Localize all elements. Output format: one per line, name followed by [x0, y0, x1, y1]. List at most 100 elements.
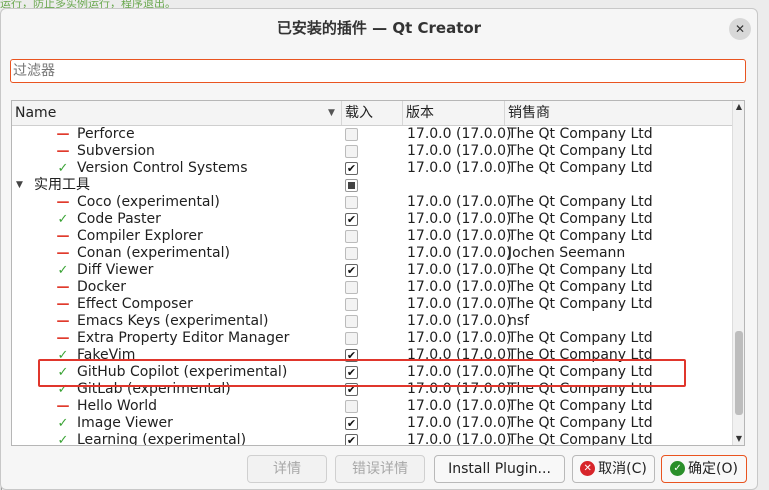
load-checkbox[interactable]: [345, 281, 358, 294]
cancel-button[interactable]: ✕ 取消(C): [572, 455, 655, 483]
close-icon[interactable]: ✕: [729, 18, 751, 40]
load-checkbox[interactable]: ✔: [345, 434, 358, 445]
disabled-dash-icon: —: [56, 314, 70, 329]
load-checkbox[interactable]: ✔: [345, 417, 358, 430]
plugin-version: 17.0.0 (17.0.0): [407, 194, 512, 210]
plugin-row[interactable]: ✓ GitLab (experimental) ✔ 17.0.0 (17.0.0) Th…: [12, 381, 732, 398]
plugin-vendor: The Qt Company Ltd: [508, 262, 653, 278]
load-checkbox[interactable]: ✔: [345, 264, 358, 277]
table-header: Name ▼ 载入 版本 销售商: [12, 101, 732, 126]
plugin-row[interactable]: ✓ Diff Viewer ✔ 17.0.0 (17.0.0) The Qt Compa…: [12, 262, 732, 279]
load-checkbox[interactable]: ✔: [345, 366, 358, 379]
plugin-row[interactable]: ✓ FakeVim ✔ 17.0.0 (17.0.0) The Qt Company L…: [12, 347, 732, 364]
plugin-version: 17.0.0 (17.0.0): [407, 211, 512, 227]
disabled-dash-icon: —: [56, 297, 70, 312]
disabled-dash-icon: —: [56, 280, 70, 295]
plugin-vendor: The Qt Company Ltd: [508, 279, 653, 295]
plugin-row[interactable]: ✓ Image Viewer ✔ 17.0.0 (17.0.0) The Qt Comp…: [12, 415, 732, 432]
load-checkbox[interactable]: ✔: [345, 383, 358, 396]
plugin-row[interactable]: — Effect Composer 17.0.0 (17.0.0) The Qt Co…: [12, 296, 732, 313]
load-checkbox[interactable]: [345, 332, 358, 345]
plugin-name: Emacs Keys (experimental): [77, 313, 269, 329]
load-checkbox[interactable]: [345, 230, 358, 243]
install-plugin-button[interactable]: Install Plugin...: [434, 455, 565, 483]
plugin-name: Conan (experimental): [77, 245, 230, 261]
plugin-version: 17.0.0 (17.0.0): [407, 313, 512, 329]
plugin-row[interactable]: — Extra Property Editor Manager 17.0.0 (17…: [12, 330, 732, 347]
load-checkbox[interactable]: ✔: [345, 349, 358, 362]
category-row[interactable]: ▼ 实用工具: [12, 177, 732, 194]
vertical-scrollbar[interactable]: ▲ ▼: [732, 101, 744, 445]
scroll-down-icon[interactable]: ▼: [733, 433, 744, 445]
plugin-name: Compiler Explorer: [77, 228, 203, 244]
plugin-version: 17.0.0 (17.0.0): [407, 347, 512, 363]
load-checkbox[interactable]: [345, 247, 358, 260]
ok-button[interactable]: ✓ 确定(O): [661, 455, 747, 483]
plugin-row[interactable]: — Emacs Keys (experimental) 17.0.0 (17.0.0…: [12, 313, 732, 330]
plugin-row[interactable]: — Subversion 17.0.0 (17.0.0) The Qt Company…: [12, 143, 732, 160]
plugin-row[interactable]: ✓ Version Control Systems ✔ 17.0.0 (17.0.0)…: [12, 160, 732, 177]
header-version[interactable]: 版本: [403, 101, 505, 125]
header-name[interactable]: Name ▼: [12, 101, 342, 125]
details-button[interactable]: 详情: [247, 455, 327, 483]
plugin-version: 17.0.0 (17.0.0): [407, 415, 512, 431]
disabled-dash-icon: —: [56, 331, 70, 346]
dialog-title: 已安装的插件 — Qt Creator: [276, 19, 482, 37]
load-checkbox[interactable]: [345, 400, 358, 413]
plugin-row[interactable]: ✓ GitHub Copilot (experimental) ✔ 17.0.0 (1…: [12, 364, 732, 381]
expand-arrow-icon[interactable]: ▼: [16, 177, 28, 194]
plugin-row[interactable]: — Compiler Explorer 17.0.0 (17.0.0) The Qt …: [12, 228, 732, 245]
filter-input[interactable]: [10, 59, 746, 83]
scroll-up-icon[interactable]: ▲: [733, 101, 744, 113]
disabled-dash-icon: —: [56, 195, 70, 210]
sort-indicator-icon: ▼: [328, 108, 335, 118]
plugin-vendor: The Qt Company Ltd: [508, 126, 653, 142]
category-load-checkbox[interactable]: [345, 179, 358, 192]
plugin-row[interactable]: — Hello World 17.0.0 (17.0.0) The Qt Compan…: [12, 398, 732, 415]
ok-icon: ✓: [670, 460, 686, 476]
plugin-name: Learning (experimental): [77, 432, 247, 446]
plugin-name: GitHub Copilot (experimental): [77, 364, 288, 380]
enabled-check-icon: ✓: [57, 212, 69, 227]
load-checkbox[interactable]: [345, 145, 358, 158]
plugin-version: 17.0.0 (17.0.0): [407, 160, 512, 176]
plugin-vendor: The Qt Company Ltd: [508, 381, 653, 397]
load-checkbox[interactable]: ✔: [345, 162, 358, 175]
table-body: — Perforce 17.0.0 (17.0.0) The Qt Company L…: [12, 126, 732, 446]
plugin-vendor: Jochen Seemann: [508, 245, 626, 261]
background-text: 运行，防止多实例运行，程序退出。: [0, 0, 176, 8]
error-details-button[interactable]: 错误详情: [335, 455, 425, 483]
load-checkbox[interactable]: [345, 315, 358, 328]
plugin-vendor: The Qt Company Ltd: [508, 364, 653, 380]
load-checkbox[interactable]: [345, 128, 358, 141]
plugin-row[interactable]: ✓ Code Paster ✔ 17.0.0 (17.0.0) The Qt Compa…: [12, 211, 732, 228]
plugin-row[interactable]: — Conan (experimental) 17.0.0 (17.0.0) Joch…: [12, 245, 732, 262]
plugin-vendor: nsf: [508, 313, 530, 329]
plugin-name: Image Viewer: [77, 415, 173, 431]
plugin-row[interactable]: ✓ Learning (experimental) ✔ 17.0.0 (17.0.0)…: [12, 432, 732, 446]
disabled-dash-icon: —: [56, 246, 70, 261]
load-checkbox[interactable]: [345, 298, 358, 311]
load-checkbox[interactable]: ✔: [345, 213, 358, 226]
plugin-row[interactable]: — Docker 17.0.0 (17.0.0) The Qt Company Ltd: [12, 279, 732, 296]
plugin-name: Subversion: [77, 143, 155, 159]
plugin-row[interactable]: — Coco (experimental) 17.0.0 (17.0.0) The Q…: [12, 194, 732, 211]
disabled-dash-icon: —: [56, 127, 70, 142]
plugin-name: Hello World: [77, 398, 158, 414]
enabled-check-icon: ✓: [57, 382, 69, 397]
plugin-name: Docker: [77, 279, 127, 295]
load-checkbox[interactable]: [345, 196, 358, 209]
plugin-version: 17.0.0 (17.0.0): [407, 364, 512, 380]
plugin-vendor: The Qt Company Ltd: [508, 228, 653, 244]
plugin-row[interactable]: — Perforce 17.0.0 (17.0.0) The Qt Company L…: [12, 126, 732, 143]
header-vendor[interactable]: 销售商: [505, 101, 732, 125]
enabled-check-icon: ✓: [57, 161, 69, 176]
header-load[interactable]: 载入: [342, 101, 403, 125]
plugin-vendor: The Qt Company Ltd: [508, 347, 653, 363]
scrollbar-thumb[interactable]: [735, 331, 743, 415]
plugin-name: Version Control Systems: [77, 160, 248, 176]
plugin-version: 17.0.0 (17.0.0): [407, 262, 512, 278]
disabled-dash-icon: —: [56, 399, 70, 414]
plugin-version: 17.0.0 (17.0.0): [407, 279, 512, 295]
enabled-check-icon: ✓: [57, 433, 69, 446]
